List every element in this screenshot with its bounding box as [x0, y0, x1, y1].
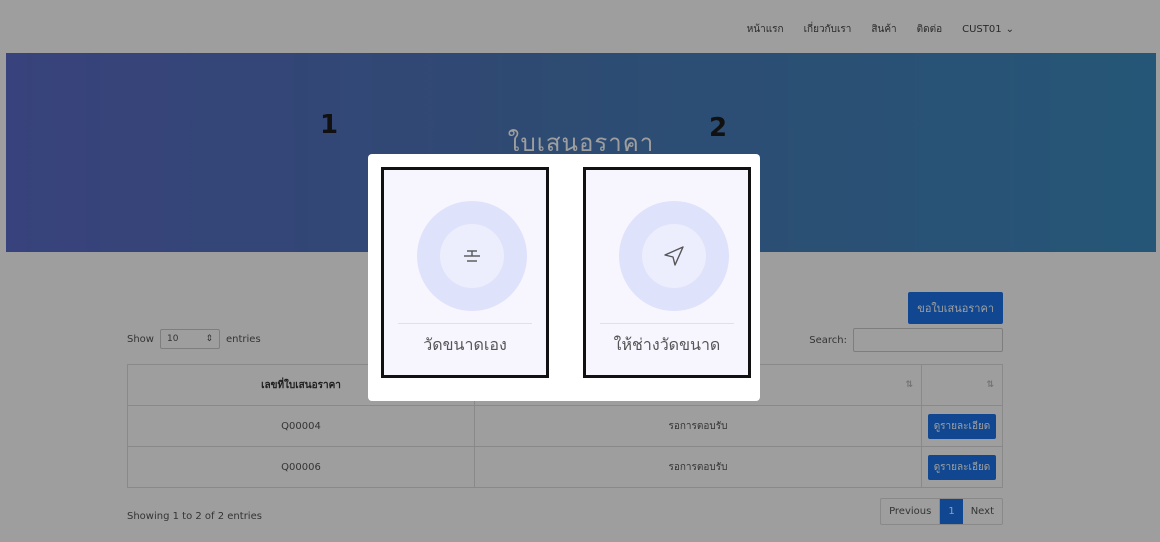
- option-technician-measure[interactable]: ให้ช่างวัดขนาด: [583, 167, 751, 378]
- ruler-measure-icon: [464, 250, 480, 262]
- option-label: วัดขนาดเอง: [423, 335, 507, 354]
- icon-circle: [619, 201, 729, 311]
- divider: [600, 323, 734, 324]
- measurement-choice-modal: วัดขนาดเอง ให้ช่างวัดขนาด: [368, 154, 760, 401]
- option-label: ให้ช่างวัดขนาด: [613, 335, 721, 354]
- annotation-number-2: 2: [709, 113, 728, 143]
- send-arrow-icon: [664, 246, 684, 266]
- annotation-number-1: 1: [320, 110, 339, 140]
- option-self-measure[interactable]: วัดขนาดเอง: [381, 167, 549, 378]
- icon-circle: [417, 201, 527, 311]
- divider: [398, 323, 532, 324]
